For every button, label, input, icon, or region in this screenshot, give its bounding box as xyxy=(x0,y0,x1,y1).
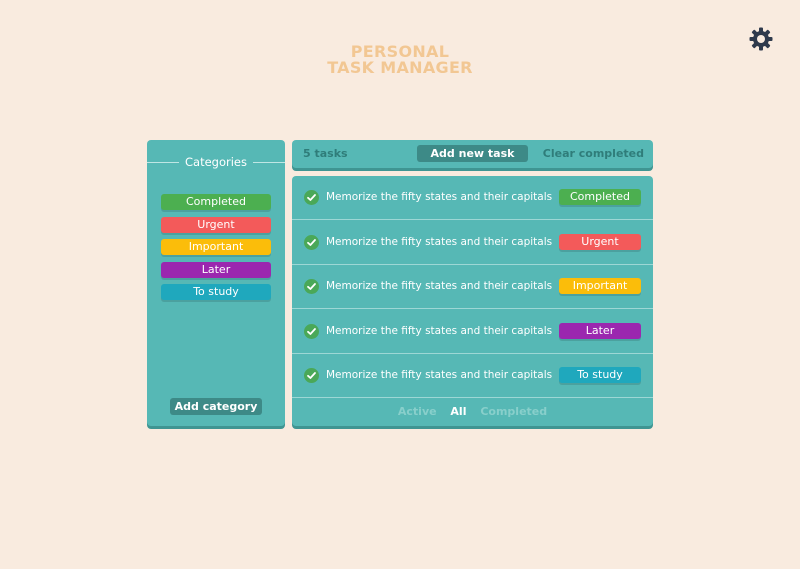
filter-completed[interactable]: Completed xyxy=(480,404,547,420)
task-row: Memorize the fifty states and their capi… xyxy=(292,176,653,220)
categories-header: Categories xyxy=(147,154,285,170)
clear-completed-button[interactable]: Clear completed xyxy=(543,146,644,162)
add-new-task-button[interactable]: Add new task xyxy=(417,145,528,162)
filter-all[interactable]: All xyxy=(450,404,466,420)
task-toolbar: 5 tasks Add new task Clear completed xyxy=(292,140,653,168)
task-tag[interactable]: Important xyxy=(559,278,641,294)
category-important[interactable]: Important xyxy=(161,239,271,255)
task-tag[interactable]: Completed xyxy=(559,189,641,205)
check-icon[interactable] xyxy=(304,234,319,250)
task-text: Memorize the fifty states and their capi… xyxy=(326,191,553,203)
category-completed[interactable]: Completed xyxy=(161,194,271,210)
task-list-panel: Memorize the fifty states and their capi… xyxy=(292,176,653,426)
filter-active[interactable]: Active xyxy=(398,404,437,420)
task-row: Memorize the fifty states and their capi… xyxy=(292,310,653,354)
task-tag[interactable]: To study xyxy=(559,367,641,383)
task-text: Memorize the fifty states and their capi… xyxy=(326,369,553,381)
gear-icon[interactable] xyxy=(748,26,774,52)
task-count: 5 tasks xyxy=(303,147,348,160)
task-row: Memorize the fifty states and their capi… xyxy=(292,265,653,309)
task-text: Memorize the fifty states and their capi… xyxy=(326,235,553,248)
app-title-line-2: TASK MANAGER xyxy=(327,58,473,77)
header-divider-right xyxy=(253,162,285,163)
category-to-study[interactable]: To study xyxy=(161,284,271,300)
app-title: PERSONAL TASK MANAGER xyxy=(0,44,800,76)
task-tag[interactable]: Urgent xyxy=(559,233,641,250)
task-tag[interactable]: Later xyxy=(559,322,641,339)
task-row: Memorize the fifty states and their capi… xyxy=(292,354,653,398)
check-icon[interactable] xyxy=(304,190,319,205)
filter-bar: Active All Completed xyxy=(292,404,653,420)
categories-sidebar: Categories Completed Urgent Important Later… xyxy=(147,140,285,426)
category-urgent[interactable]: Urgent xyxy=(161,216,271,233)
check-icon[interactable] xyxy=(304,323,319,339)
task-text: Memorize the fifty states and their capi… xyxy=(326,324,553,337)
add-category-button[interactable]: Add category xyxy=(170,398,262,415)
task-text: Memorize the fifty states and their capi… xyxy=(326,280,553,292)
task-row: Memorize the fifty states and their capi… xyxy=(292,221,653,265)
category-later[interactable]: Later xyxy=(161,261,271,278)
check-icon[interactable] xyxy=(304,368,319,383)
check-icon[interactable] xyxy=(304,279,319,294)
